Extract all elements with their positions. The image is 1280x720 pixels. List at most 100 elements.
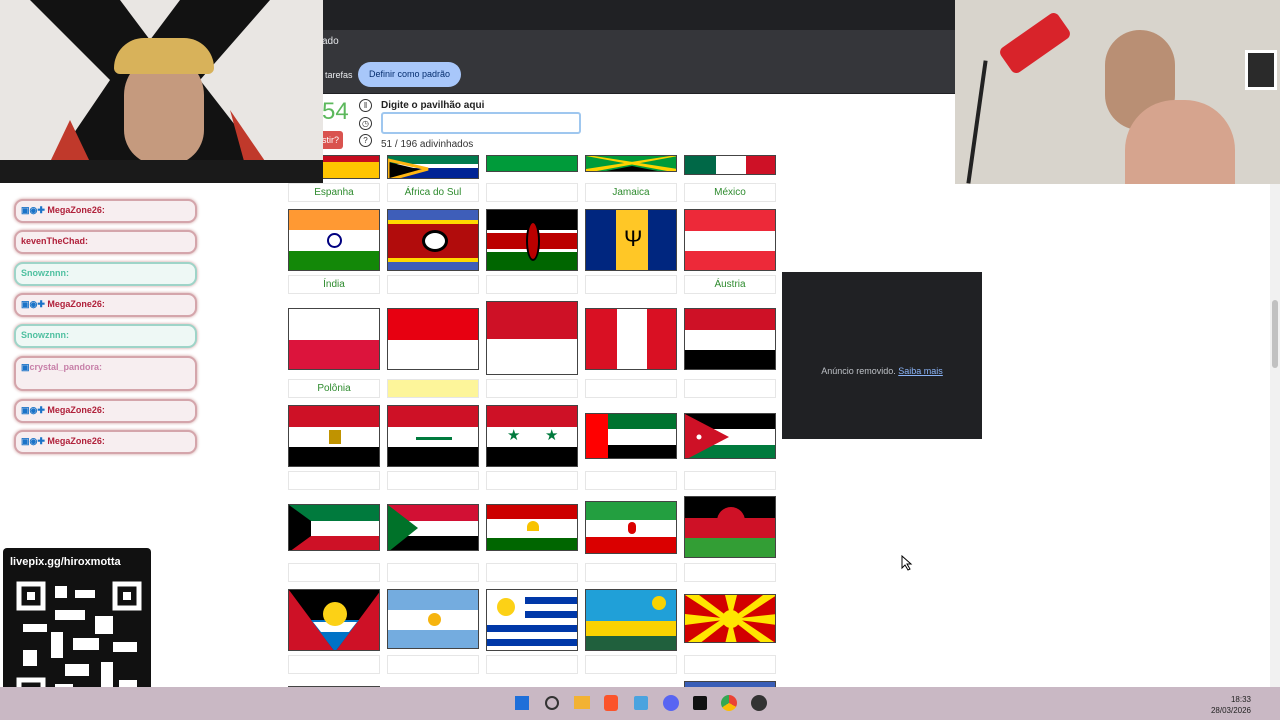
flag-label [288,471,380,490]
flag-kuwait [288,504,380,551]
flag-label [387,655,479,674]
flag-label [486,275,578,294]
clock-date: 28/03/2026 [1210,706,1251,715]
flag-label [585,655,677,674]
chat-username: MegaZone26: [47,436,105,446]
badge-icon: ▣◉✚ [21,205,48,215]
flag-label: Espanha [288,183,380,202]
flag-antigua-and-barbuda [288,589,380,651]
flag-label [486,471,578,490]
prompt-label: Digite o pavilhão aqui [381,100,485,111]
terminal-icon[interactable] [693,696,707,710]
flag-uae [585,413,677,459]
flag-label: Índia [288,275,380,294]
discord-icon[interactable] [663,695,679,711]
badge-icon: ▣◉✚ [21,405,48,415]
screen: ado tarefas Definir como padrão 54 stir?… [0,0,1280,720]
chat-username: kevenTheChad: [21,236,89,246]
flag-answer-input[interactable] [381,112,581,134]
flag-label [486,379,578,398]
flag-eswatini [387,209,479,271]
flag-poland [288,308,380,370]
guessed-counter: 51 / 196 adivinhados [381,139,474,150]
clock-time: 18:33 [1230,695,1251,704]
quit-button[interactable]: stir? [322,131,343,149]
ad-removed-text: Anúncio removido. [821,366,896,376]
flag-label: África do Sul [387,183,479,202]
infobar-text: tarefas [325,70,353,80]
flag-label [585,275,677,294]
flag-iraq [387,405,479,467]
obs-icon[interactable] [751,695,767,711]
chat-message: ▣◉✚ MegaZone26: [14,199,197,223]
flag-label [684,563,776,582]
flag-rwanda [585,589,677,651]
flag-yemen [684,308,776,370]
flag-label: Polônia [288,379,380,398]
file-explorer-icon[interactable] [574,696,590,709]
flag-label [585,379,677,398]
flag-monaco [486,301,578,375]
search-icon[interactable] [545,696,559,710]
flag-label [684,471,776,490]
chat-message: ▣◉✚ MegaZone26: [14,430,197,454]
flag-india [288,209,380,271]
flag-label [387,275,479,294]
chat-message: kevenTheChad: [14,230,197,254]
flag-mexico [684,155,776,175]
flag-jamaica [585,155,677,172]
brave-icon[interactable] [604,695,618,711]
scrollbar-thumb[interactable] [1272,300,1278,368]
chat-username: Snowznnn: [21,330,69,340]
chat-message: ▣◉✚ MegaZone26: [14,293,197,317]
flag-label [486,183,578,202]
flag-label [387,471,479,490]
flag-peru [585,308,677,370]
ad-removed-panel: Anúncio removido. Saiba mais [782,272,982,439]
flag-jordan [684,413,776,459]
badge-icon: ▣◉✚ [21,436,48,446]
flag-north-macedonia [684,594,776,643]
chrome-icon[interactable] [721,695,737,711]
chat-message: Snowznnn: [14,262,197,286]
learn-more-link[interactable]: Saiba mais [898,366,943,376]
badge-icon: ▣ [21,362,30,372]
flag-label: Áustria [684,275,776,294]
clock-icon: ◷ [359,117,372,130]
flag-indonesia [387,308,479,370]
help-icon[interactable]: ? [359,134,372,147]
chat-message: ▣crystal_pandora: [14,356,197,391]
flag-sudan [387,504,479,551]
windows-taskbar [0,687,1280,720]
flag-label [486,563,578,582]
flag-barbados: Ψ [585,209,677,271]
flag-label [288,655,380,674]
flag-brazil [486,155,578,172]
taskbar-clock[interactable]: 18:33 28/03/2026 [1206,694,1251,716]
set-default-button[interactable]: Definir como padrão [358,62,462,87]
webcam-guest [955,0,1280,184]
flag-egypt [288,405,380,467]
flag-austria [684,209,776,271]
app-icon[interactable] [634,696,648,710]
windows-start-icon[interactable] [515,696,529,710]
flag-uruguay [486,589,578,651]
chat-username: MegaZone26: [47,299,105,309]
chat-username: MegaZone26: [47,405,105,415]
chat-username: crystal_pandora: [29,362,103,372]
chat-message: Snowznnn: [14,324,197,348]
flag-argentina [387,589,479,649]
webcam-streamer [0,0,323,183]
flag-label [387,563,479,582]
score-counter: 54 [322,98,349,125]
mouse-cursor-icon [901,555,913,571]
flag-south-africa [387,155,479,179]
chat-message: ▣◉✚ MegaZone26: [14,399,197,423]
flag-label [486,655,578,674]
flag-label: Jamaica [585,183,677,202]
flag-label [684,655,776,674]
livepix-url: livepix.gg/hiroxmotta [10,556,121,568]
pause-icon[interactable]: ‖ [359,99,372,112]
badge-icon: ▣◉✚ [21,299,48,309]
flag-label [585,563,677,582]
